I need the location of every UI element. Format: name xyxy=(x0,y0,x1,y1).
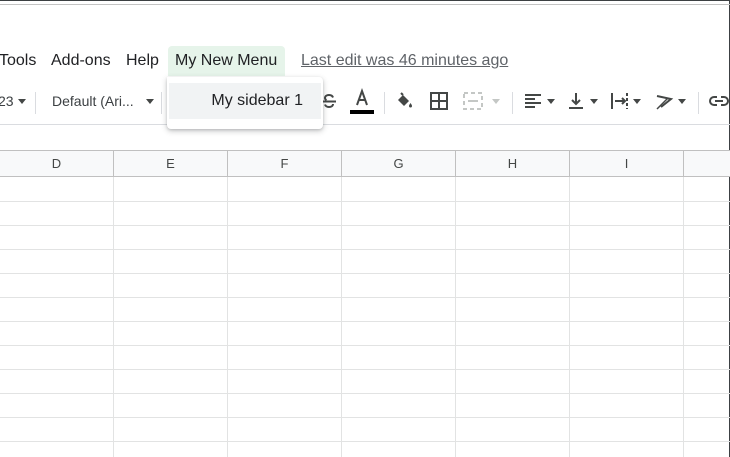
row-gridline xyxy=(0,417,730,418)
chevron-down-icon xyxy=(633,98,641,104)
number-format-label: 23 xyxy=(0,93,14,109)
column-gridline xyxy=(227,177,228,457)
paint-bucket-icon xyxy=(398,92,412,108)
text-rotation-icon xyxy=(656,95,674,110)
align-left-icon xyxy=(525,94,541,108)
column-gridline xyxy=(341,177,342,457)
fill-color-button[interactable] xyxy=(394,88,414,114)
column-header-d[interactable]: D xyxy=(0,150,114,177)
column-gridline xyxy=(683,177,684,457)
text-wrap-button[interactable] xyxy=(609,88,641,114)
menu-item-my-sidebar-1[interactable]: My sidebar 1 xyxy=(169,83,321,119)
chevron-down-icon xyxy=(145,98,154,104)
row-gridline xyxy=(0,321,730,322)
row-gridline xyxy=(0,345,730,346)
merge-cells-icon xyxy=(463,92,483,110)
chevron-down-icon xyxy=(547,98,555,104)
insert-link-button[interactable] xyxy=(708,88,730,114)
my-new-menu-dropdown: My sidebar 1 xyxy=(167,77,323,129)
title-divider xyxy=(0,4,730,5)
text-rotation-button[interactable] xyxy=(654,88,686,114)
merge-cells-button[interactable] xyxy=(462,88,500,114)
chevron-down-icon xyxy=(17,98,26,104)
toolbar-divider xyxy=(698,92,699,114)
toolbar: 23 Default (Ari... xyxy=(0,82,730,120)
menu-my-new-menu[interactable]: My New Menu xyxy=(168,46,285,76)
column-header-f[interactable]: F xyxy=(228,150,342,177)
row-gridline xyxy=(0,441,730,442)
toolbar-divider xyxy=(512,92,513,114)
row-gridline xyxy=(0,273,730,274)
row-gridline xyxy=(0,249,730,250)
column-header-g[interactable]: G xyxy=(342,150,456,177)
font-family-label: Default (Ari... xyxy=(52,93,134,109)
toolbar-divider-line xyxy=(0,124,730,125)
last-edit-link[interactable]: Last edit was 46 minutes ago xyxy=(301,46,508,76)
row-gridline xyxy=(0,201,730,202)
borders-icon xyxy=(430,92,448,110)
column-header-i[interactable]: I xyxy=(570,150,684,177)
row-gridline xyxy=(0,369,730,370)
menu-add-ons[interactable]: Add-ons xyxy=(44,46,118,76)
toolbar-divider xyxy=(384,92,385,114)
horizontal-align-button[interactable] xyxy=(523,88,555,114)
toolbar-divider xyxy=(35,92,36,114)
text-wrap-icon xyxy=(611,93,628,109)
menu-bar: Tools Add-ons Help My New Menu Last edit… xyxy=(0,44,730,76)
menu-help[interactable]: Help xyxy=(119,46,166,76)
spreadsheet-grid[interactable]: D E F G H I xyxy=(0,150,730,457)
menu-tools[interactable]: Tools xyxy=(0,46,43,76)
row-gridline xyxy=(0,297,730,298)
column-header-j[interactable] xyxy=(684,150,730,177)
toolbar-divider xyxy=(161,92,162,114)
row-gridline xyxy=(0,225,730,226)
column-gridline xyxy=(569,177,570,457)
chevron-down-icon xyxy=(678,98,686,104)
borders-button[interactable] xyxy=(429,88,449,114)
align-bottom-icon xyxy=(569,93,583,109)
row-gridline xyxy=(0,393,730,394)
vertical-align-button[interactable] xyxy=(566,88,598,114)
chevron-down-icon xyxy=(492,98,500,104)
column-gridline xyxy=(455,177,456,457)
text-color-button[interactable] xyxy=(350,86,374,116)
column-header-h[interactable]: H xyxy=(456,150,570,177)
link-icon xyxy=(709,96,729,106)
chevron-down-icon xyxy=(590,98,598,104)
number-format-button[interactable]: 23 xyxy=(0,88,26,114)
column-header-e[interactable]: E xyxy=(114,150,228,177)
text-color-icon xyxy=(350,88,374,114)
column-gridline xyxy=(113,177,114,457)
font-family-select[interactable]: Default (Ari... xyxy=(52,88,154,114)
